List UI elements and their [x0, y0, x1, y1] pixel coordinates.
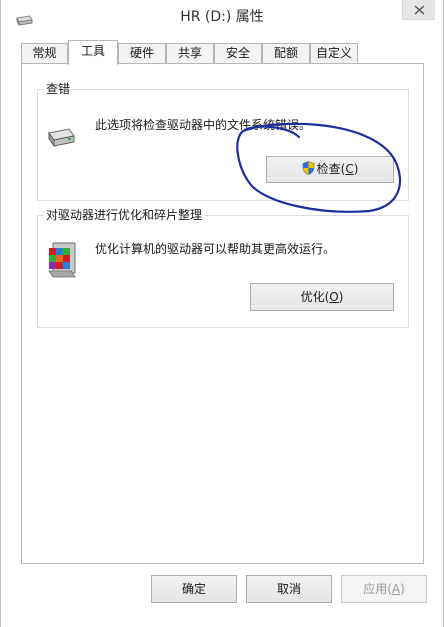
optimize-group: 对驱动器进行优化和碎片整理 优化计算机的驱动器可以帮助其更高效运行。 优化(O) [37, 207, 409, 328]
tab-quota[interactable]: 配额 [262, 43, 310, 64]
tab-hardware[interactable]: 硬件 [118, 43, 166, 64]
optimize-description: 优化计算机的驱动器可以帮助其更高效运行。 [95, 242, 336, 256]
error-check-title: 查错 [44, 81, 73, 97]
tab-security[interactable]: 安全 [214, 43, 262, 64]
check-button-label: 检查 [316, 162, 341, 176]
ok-button[interactable]: 确定 [151, 575, 237, 603]
tab-general[interactable]: 常规 [21, 43, 68, 64]
optimize-button[interactable]: 优化(O) [250, 283, 394, 311]
apply-button-label: 应用 [363, 582, 388, 596]
error-check-description: 此选项将检查驱动器中的文件系统错误。 [95, 118, 312, 132]
tab-tools[interactable]: 工具 [68, 40, 118, 65]
defrag-icon [47, 241, 77, 285]
check-button-mnemonic: C [345, 162, 354, 176]
hard-drive-icon [46, 126, 76, 154]
check-button[interactable]: 检查(C) [266, 156, 394, 183]
tab-customize[interactable]: 自定义 [310, 43, 358, 64]
close-button[interactable] [402, 0, 435, 20]
window-title: HR (D:) 属性 [180, 9, 264, 25]
cancel-button[interactable]: 取消 [246, 575, 332, 603]
close-icon [414, 5, 425, 15]
optimize-button-mnemonic: O [329, 290, 339, 304]
tab-sharing[interactable]: 共享 [166, 43, 214, 64]
error-check-group: 查错 此选项将检查驱动器中的文件系统错误。 检查(C) [37, 81, 409, 201]
apply-button[interactable]: 应用(A) [341, 575, 427, 603]
apply-button-mnemonic: A [391, 582, 401, 596]
tools-panel: 查错 此选项将检查驱动器中的文件系统错误。 检查(C) 对驱动器进行优化和碎片整… [21, 63, 424, 564]
properties-window: HR (D:) 属性 常规 工具 硬件 共享 安全 配额 自定义 查错 此选项将… [0, 0, 444, 627]
title-bar[interactable]: HR (D:) 属性 [1, 0, 443, 34]
optimize-button-label: 优化 [300, 290, 325, 304]
optimize-title: 对驱动器进行优化和碎片整理 [44, 207, 205, 223]
uac-shield-icon [302, 159, 315, 184]
